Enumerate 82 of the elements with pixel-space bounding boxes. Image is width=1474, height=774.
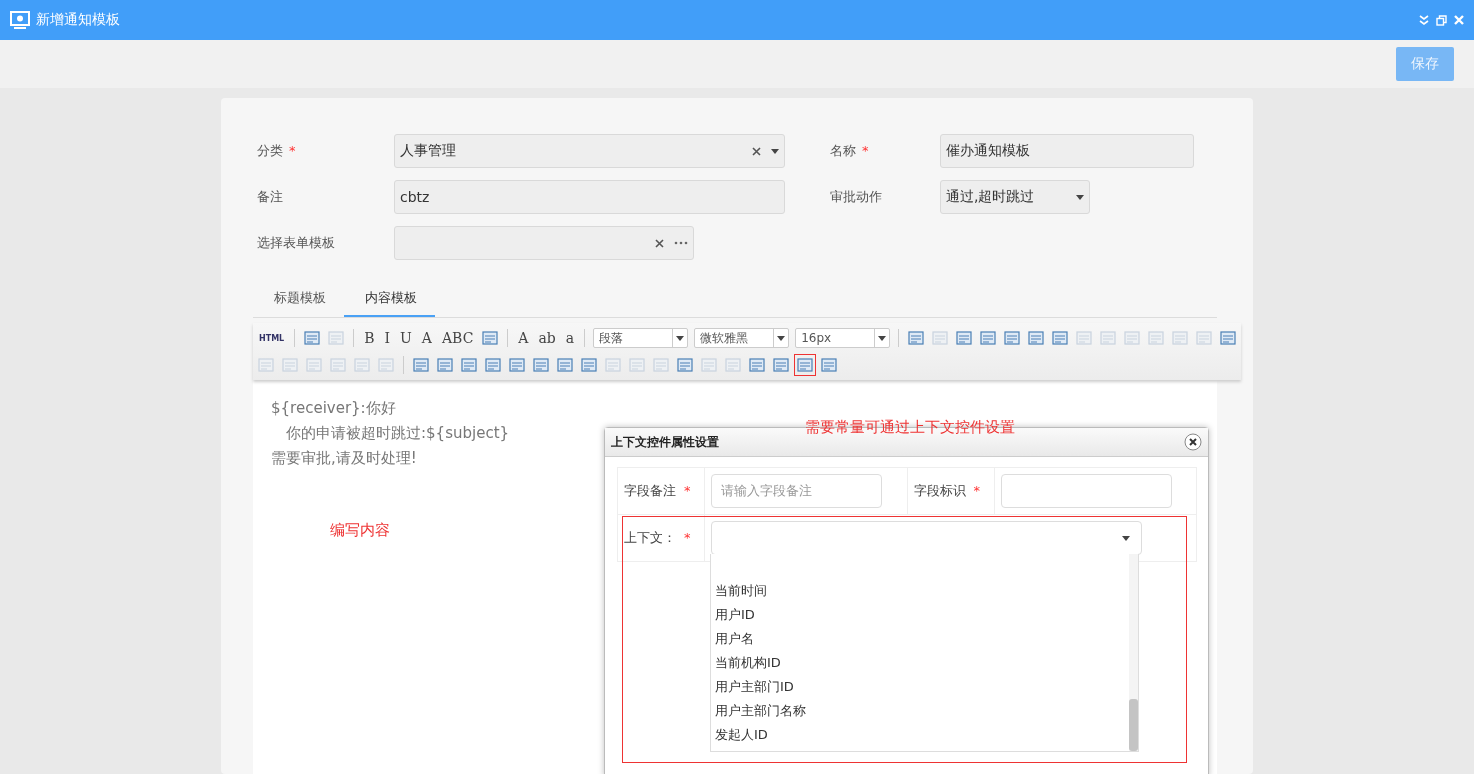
required-mark: * [862, 143, 869, 158]
field-label: 字段备注 [624, 483, 676, 498]
input-field[interactable] [1000, 474, 1172, 508]
caret-icon [676, 335, 685, 341]
toolbar-glyph[interactable]: HTML [257, 333, 287, 343]
annotation-text: 需要常量可通过上下文控件设置 [805, 418, 1015, 437]
clear-icon [752, 146, 761, 156]
editor-tool-icon[interactable] [1219, 329, 1238, 347]
editor-tool-icon[interactable] [484, 356, 502, 374]
scrollbar[interactable] [1129, 554, 1138, 751]
field-label: 审批动作 [830, 188, 883, 206]
editor-tool-icon[interactable] [508, 356, 526, 374]
restore-icon[interactable] [1436, 14, 1447, 26]
tab[interactable]: 内容模板 [344, 282, 435, 317]
editor-tool-icon[interactable] [580, 356, 598, 374]
editor-tool-icon[interactable] [1003, 329, 1022, 347]
select-field[interactable]: 通过,超时跳过 [940, 180, 1090, 214]
toolbar-glyph[interactable]: a [563, 330, 577, 346]
input-field[interactable]: 人事管理 [394, 134, 785, 168]
dropdown-option[interactable]: 发起人ID [711, 723, 1129, 747]
toolbar-select[interactable]: 段落 [593, 328, 689, 348]
field-label: 备注 [257, 188, 284, 206]
required-mark: * [684, 483, 691, 498]
field-label: 上下文： [624, 530, 676, 545]
caret-icon [1122, 535, 1130, 541]
editor-tool-icon[interactable] [303, 329, 322, 347]
caret-icon [1076, 194, 1084, 200]
close-icon[interactable] [1184, 433, 1202, 451]
field-label: 选择表单模板 [257, 234, 336, 252]
toolbar-glyph[interactable]: A [516, 330, 531, 346]
more-icon [674, 241, 688, 245]
editor-tool-icon[interactable] [955, 329, 974, 347]
toolbar-glyph[interactable]: ABC [440, 330, 476, 346]
window-title: 新增通知模板 [36, 11, 120, 29]
dropdown-option[interactable]: 用户主部门ID [711, 675, 1129, 699]
dropdown-option[interactable]: 用户主部门名称 [711, 699, 1129, 723]
required-mark: * [684, 530, 691, 545]
editor-tool-icon[interactable] [460, 356, 478, 374]
editor-text-line: ${receiver}:你好 [271, 398, 396, 419]
toolbar-glyph[interactable]: B [362, 330, 377, 346]
dropdown-option[interactable]: 用户ID [711, 603, 1129, 627]
tab[interactable]: 标题模板 [253, 282, 344, 317]
editor-tool-icon[interactable] [748, 356, 766, 374]
required-mark: * [289, 143, 296, 158]
field-label: 分类 * [257, 142, 297, 160]
editor-text-line: 你的申请被超时跳过:${subject} [285, 423, 510, 444]
toolbar-glyph[interactable]: I [382, 330, 393, 346]
editor-tool-icon[interactable] [907, 329, 926, 347]
editor-tool-icon[interactable] [436, 356, 454, 374]
field-label: 名称 * [830, 142, 870, 160]
collapse-icon[interactable] [1419, 15, 1429, 25]
editor-tool-icon[interactable] [979, 329, 998, 347]
editor-tool-icon[interactable] [796, 356, 814, 374]
required-mark: * [973, 483, 980, 498]
dialog-title: 上下文控件属性设置 [611, 433, 719, 451]
caret-icon [777, 335, 786, 341]
dropdown-option[interactable]: 当前机构ID [711, 651, 1129, 675]
editor-tool-icon[interactable] [556, 356, 574, 374]
editor-tool-icon[interactable] [481, 329, 500, 347]
toolbar-glyph[interactable]: ab [536, 330, 558, 346]
toolbar-glyph[interactable]: A [419, 330, 434, 346]
annotation-text: 编写内容 [330, 521, 390, 540]
editor-tool-icon[interactable] [772, 356, 790, 374]
toolbar-select[interactable]: 微软雅黑 [694, 328, 790, 348]
caret-icon [771, 148, 779, 154]
dropdown-option[interactable]: 用户名 [711, 627, 1129, 651]
clear-icon [655, 238, 664, 248]
field-label: 字段标识 [913, 483, 966, 498]
editor-tool-icon[interactable] [412, 356, 430, 374]
editor-tool-icon[interactable] [1051, 329, 1070, 347]
dropdown-option[interactable]: 当前时间 [711, 579, 1129, 603]
toolbar-select[interactable]: 16px [795, 328, 891, 348]
toolbar-glyph[interactable]: U [398, 330, 414, 346]
input-field[interactable]: 催办通知模板 [940, 134, 1194, 168]
editor-tool-icon[interactable] [676, 356, 694, 374]
input-field[interactable]: cbtz [394, 180, 785, 214]
editor-tool-icon[interactable] [532, 356, 550, 374]
editor-tool-icon[interactable] [820, 356, 838, 374]
editor-tool-icon[interactable] [1027, 329, 1046, 347]
editor-text-line: 需要审批,请及时处理! [271, 448, 417, 469]
input-field[interactable] [394, 226, 694, 260]
caret-icon [878, 335, 887, 341]
